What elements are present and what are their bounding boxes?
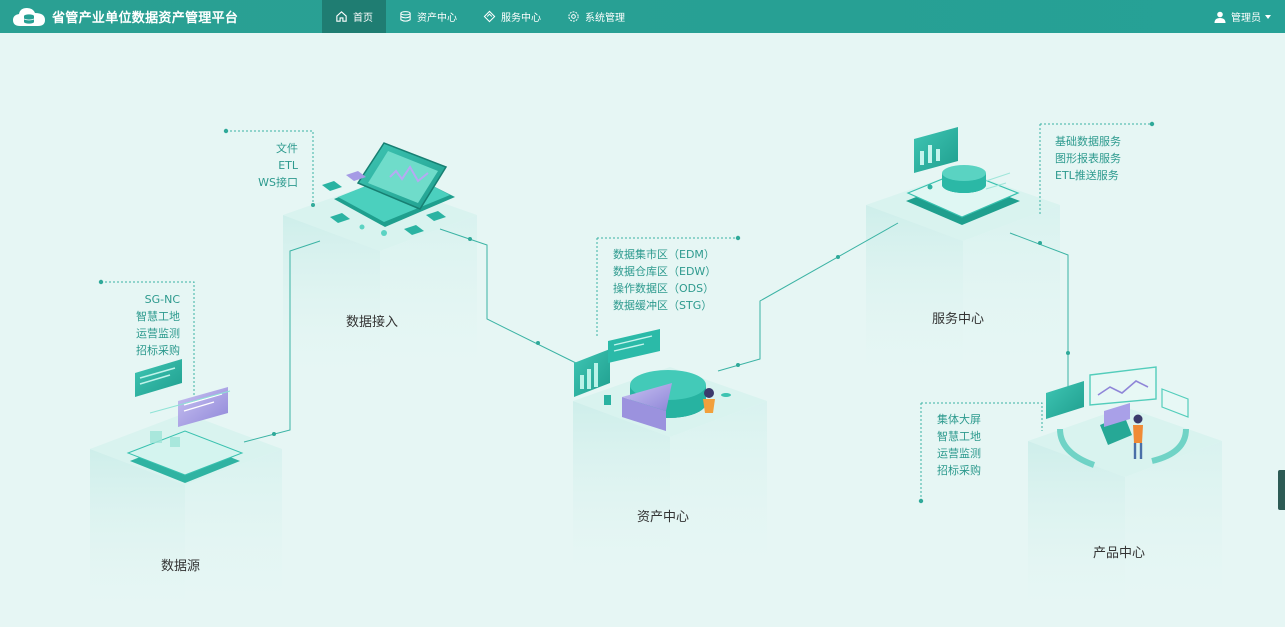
product-item: 招标采购	[937, 464, 981, 477]
data-flow-diagram: SG-NC 智慧工地 运营监测 招标采购 数据源 文件 ETL WS接口 数据接…	[0, 33, 1285, 627]
nav-system-management-label: 系统管理	[585, 13, 625, 24]
node-title-source[interactable]: 数据源	[161, 555, 200, 574]
chevron-down-icon	[1265, 14, 1271, 19]
service-label-list: 基础数据服务 图形报表服务 ETL推送服务	[1055, 133, 1121, 184]
brand[interactable]: 省管产业单位数据资产管理平台	[12, 0, 238, 33]
source-item: 智慧工地	[136, 310, 180, 323]
asset-item: 数据缓冲区（STG）	[613, 299, 713, 312]
asset-item: 数据集市区（EDM）	[613, 248, 715, 261]
nav-service-center[interactable]: 服务中心	[470, 0, 554, 33]
node-title-asset[interactable]: 资产中心	[637, 506, 689, 525]
product-label-list: 集体大屏 智慧工地 运营监测 招标采购	[937, 411, 981, 479]
user-icon	[1214, 11, 1226, 23]
nav-asset-center-label: 资产中心	[417, 13, 457, 24]
app-title: 省管产业单位数据资产管理平台	[52, 11, 239, 26]
cloud-database-icon	[13, 7, 45, 26]
diagram-graphics	[90, 121, 1222, 627]
nav-service-center-label: 服务中心	[501, 13, 541, 24]
node-title-product[interactable]: 产品中心	[1093, 542, 1145, 561]
product-item: 智慧工地	[937, 430, 981, 443]
top-navigation-bar: 省管产业单位数据资产管理平台 首页 资产中心 服务中心 系统管理 管理员	[0, 0, 1285, 33]
ingest-item: WS接口	[258, 176, 298, 189]
ingest-item: 文件	[276, 142, 298, 155]
ingest-item: ETL	[278, 159, 298, 172]
asset-item: 数据仓库区（EDW）	[613, 265, 717, 278]
asset-item: 操作数据区（ODS）	[613, 282, 715, 295]
pillar-product	[1028, 407, 1222, 627]
database-icon	[400, 11, 411, 22]
product-item: 运营监测	[937, 447, 981, 460]
home-icon	[336, 11, 347, 22]
side-panel-handle[interactable]	[1278, 470, 1285, 510]
service-item: 基础数据服务	[1055, 135, 1121, 148]
service-item: ETL推送服务	[1055, 169, 1119, 182]
node-title-service[interactable]: 服务中心	[932, 308, 984, 327]
ingest-label-list: 文件 ETL WS接口	[238, 140, 298, 191]
source-label-list: SG-NC 智慧工地 运营监测 招标采购	[126, 291, 180, 359]
nav-system-management[interactable]: 系统管理	[554, 0, 638, 33]
gear-icon	[568, 11, 579, 22]
nav-asset-center[interactable]: 资产中心	[386, 0, 470, 33]
user-name: 管理员	[1231, 13, 1261, 24]
nav-home[interactable]: 首页	[322, 0, 386, 33]
diamond-icon	[483, 10, 496, 23]
product-item: 集体大屏	[937, 413, 981, 426]
service-item: 图形报表服务	[1055, 152, 1121, 165]
source-item: 招标采购	[136, 344, 180, 357]
data-source-illustration	[126, 359, 244, 483]
user-menu[interactable]: 管理员	[1214, 0, 1271, 33]
nav-home-label: 首页	[353, 13, 373, 24]
source-item: 运营监测	[136, 327, 180, 340]
source-item: SG-NC	[144, 293, 180, 306]
main-nav: 首页 资产中心 服务中心 系统管理	[322, 0, 638, 33]
asset-label-list: 数据集市区（EDM） 数据仓库区（EDW） 操作数据区（ODS） 数据缓冲区（S…	[613, 246, 716, 314]
node-title-ingest[interactable]: 数据接入	[346, 311, 398, 330]
